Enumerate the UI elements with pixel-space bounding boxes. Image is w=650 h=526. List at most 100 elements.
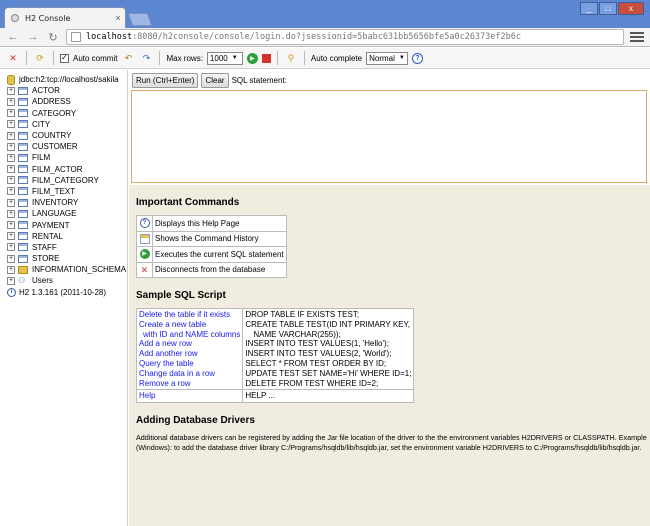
tree-item-table[interactable]: + COUNTRY xyxy=(7,130,127,141)
sample-link-drop[interactable]: Delete the table if it exists xyxy=(139,310,240,320)
expand-icon[interactable]: + xyxy=(7,142,15,151)
browser-tab[interactable]: H2 Console × xyxy=(4,7,126,28)
minimize-button[interactable]: _ xyxy=(580,2,598,15)
table-name: CATEGORY xyxy=(32,108,77,118)
expand-icon[interactable]: + xyxy=(7,97,15,106)
tree-item-table[interactable]: + RENTAL xyxy=(7,231,127,242)
command-icon-cell: ? xyxy=(136,215,153,232)
expand-icon[interactable]: + xyxy=(7,153,15,162)
expand-icon[interactable]: + xyxy=(7,232,15,241)
expand-icon[interactable]: + xyxy=(7,198,15,207)
tree-item-table[interactable]: + ACTOR xyxy=(7,85,127,96)
users-icon: ⚇ xyxy=(18,276,26,286)
expand-icon[interactable]: + xyxy=(7,221,15,230)
expand-icon[interactable]: + xyxy=(7,254,15,263)
tab-close-button[interactable]: × xyxy=(111,13,125,23)
tree-item-table[interactable]: + FILM_ACTOR xyxy=(7,164,127,175)
tree-item-table[interactable]: + STAFF xyxy=(7,242,127,253)
expand-icon[interactable]: + xyxy=(7,165,15,174)
sample-link-create[interactable]: Create a new table xyxy=(139,320,240,330)
disconnect-icon[interactable]: ✕ xyxy=(6,51,20,65)
table-icon xyxy=(18,254,28,263)
auto-commit-checkbox[interactable]: ✓ xyxy=(60,53,69,63)
sample-link-delete[interactable]: Remove a row xyxy=(139,379,240,389)
expand-icon[interactable]: + xyxy=(7,120,15,129)
tree-item-users[interactable]: + ⚇ Users xyxy=(7,275,127,286)
sample-link-update[interactable]: Change data in a row xyxy=(139,369,240,379)
version-label: H2 1.3.161 (2011-10-28) xyxy=(19,287,107,297)
table-icon xyxy=(18,142,28,151)
tree-item-table[interactable]: + LANGUAGE xyxy=(7,208,127,219)
stop-icon[interactable] xyxy=(261,53,271,63)
sample-link-insert-2[interactable]: Add another row xyxy=(139,349,240,359)
tree-item-table[interactable]: + FILM_TEXT xyxy=(7,186,127,197)
chevron-down-icon: ▼ xyxy=(398,55,405,61)
expand-icon[interactable]: + xyxy=(7,209,15,218)
tree-item-table[interactable]: + CUSTOMER xyxy=(7,141,127,152)
sql-editor[interactable] xyxy=(131,90,647,183)
table-icon xyxy=(18,120,28,129)
reload-icon[interactable]: ↻ xyxy=(46,30,60,44)
toolbar-separator xyxy=(276,51,278,65)
connection-node[interactable]: jdbc:h2:tcp://localhost/sakila xyxy=(7,74,127,85)
commit-icon[interactable]: ↷ xyxy=(139,51,153,65)
expand-icon[interactable]: + xyxy=(7,176,15,185)
run-button[interactable]: Run (Ctrl+Enter) xyxy=(132,72,199,88)
help-link[interactable]: Help xyxy=(139,391,240,401)
expand-icon[interactable]: + xyxy=(7,86,15,95)
table-icon xyxy=(18,176,28,185)
help-icon[interactable]: ? xyxy=(412,52,424,64)
browser-menu-icon[interactable] xyxy=(630,30,644,44)
tree-item-table[interactable]: + CITY xyxy=(7,119,127,130)
tree-item-table[interactable]: + FILM xyxy=(7,152,127,163)
table-icon xyxy=(18,165,28,174)
expand-icon[interactable]: + xyxy=(7,243,15,252)
table-name: CUSTOMER xyxy=(32,142,78,152)
table-name: RENTAL xyxy=(32,231,63,241)
tree-item-table[interactable]: + STORE xyxy=(7,253,127,264)
auto-complete-select[interactable]: Normal ▼ xyxy=(366,51,409,65)
tree-item-table[interactable]: + ADDRESS xyxy=(7,96,127,107)
command-text: Disconnects from the database xyxy=(152,261,287,278)
max-rows-select[interactable]: 1000 ▼ xyxy=(206,51,243,65)
back-arrow-icon[interactable]: ← xyxy=(6,30,20,44)
sample-link-select[interactable]: Query the table xyxy=(139,359,240,369)
h2-toolbar: ✕ ⟳ ✓ Auto commit ↶ ↷ Max rows: 1000 ▼ ▶… xyxy=(0,48,650,69)
expand-icon[interactable]: + xyxy=(7,131,15,140)
tree-item-table[interactable]: + FILM_CATEGORY xyxy=(7,175,127,186)
sql-bar: Run (Ctrl+Enter) Clear SQL statement: xyxy=(129,70,650,90)
close-window-button[interactable]: x xyxy=(618,2,644,15)
history-icon[interactable]: ⚲ xyxy=(284,51,298,65)
table-name: FILM xyxy=(32,153,51,163)
tree-item-table[interactable]: + CATEGORY xyxy=(7,108,127,119)
info-icon: i xyxy=(7,287,16,297)
refresh-icon[interactable]: ⟳ xyxy=(33,51,47,65)
expand-icon[interactable]: + xyxy=(7,265,15,274)
tab-title: H2 Console xyxy=(25,13,71,23)
clear-button[interactable]: Clear xyxy=(201,72,229,88)
table-name: FILM_ACTOR xyxy=(32,164,83,174)
sample-links-cell: Delete the table if it exists Create a n… xyxy=(135,307,244,391)
sample-code-line: CREATE TABLE TEST(ID INT PRIMARY KEY, xyxy=(245,319,411,329)
command-text: Shows the Command History xyxy=(152,230,287,247)
maximize-button[interactable]: □ xyxy=(599,2,617,15)
auto-commit-label: Auto commit xyxy=(73,53,118,63)
tree-item-table[interactable]: + PAYMENT xyxy=(7,219,127,230)
run-icon[interactable]: ▶ xyxy=(246,52,258,64)
address-bar[interactable]: localhost:8080/h2console/console/login.d… xyxy=(66,29,624,45)
rollback-icon[interactable]: ↶ xyxy=(121,51,135,65)
sample-link-insert-1[interactable]: Add a new row xyxy=(139,339,240,349)
tree-item-information-schema[interactable]: + INFORMATION_SCHEMA xyxy=(7,264,127,275)
command-row: ▶ Executes the current SQL statement xyxy=(136,246,287,263)
new-tab-button[interactable] xyxy=(127,13,153,26)
forward-arrow-icon[interactable]: → xyxy=(26,30,40,44)
expand-icon[interactable]: + xyxy=(7,276,15,285)
expand-icon[interactable]: + xyxy=(7,109,15,118)
table-icon xyxy=(18,97,28,106)
toolbar-separator xyxy=(303,51,305,65)
sample-link-create-columns[interactable]: with ID and NAME columns xyxy=(139,330,240,340)
tree-item-table[interactable]: + INVENTORY xyxy=(7,197,127,208)
address-host: localhost xyxy=(86,32,133,42)
expand-icon[interactable]: + xyxy=(7,187,15,196)
sql-statement-label: SQL statement: xyxy=(231,75,287,85)
